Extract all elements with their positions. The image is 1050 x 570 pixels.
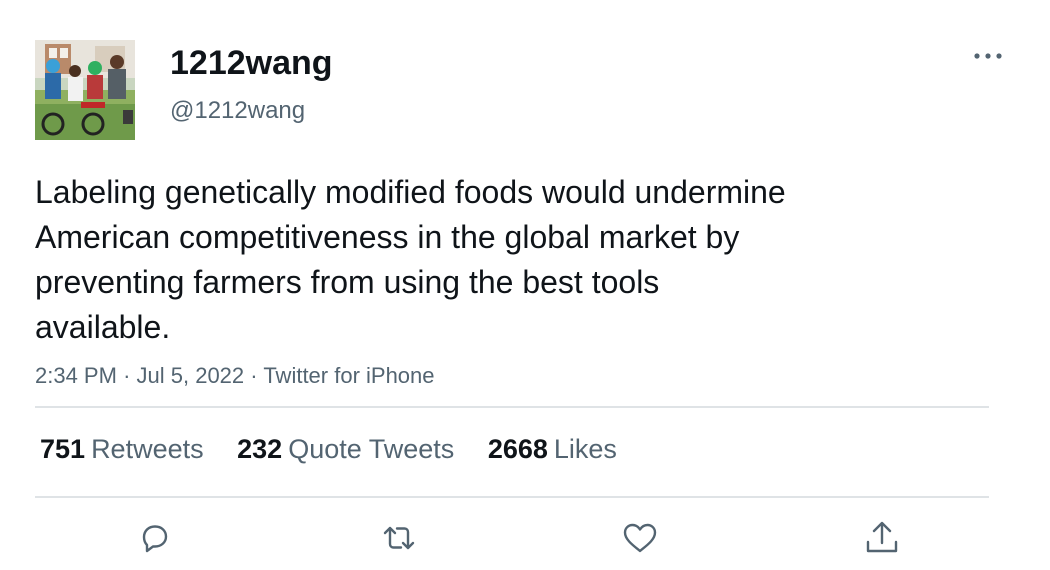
reply-icon	[142, 525, 168, 553]
divider	[35, 496, 989, 498]
family-photo-avatar-icon	[35, 40, 135, 140]
avatar[interactable]	[35, 40, 135, 140]
share-button[interactable]	[862, 518, 902, 558]
more-horizontal-icon	[974, 53, 1002, 59]
tweet-text-line: Labeling genetically modified foods woul…	[35, 174, 786, 210]
likes-label: Likes	[553, 434, 617, 464]
engagement-stats: 751 Retweets 232 Quote Tweets 2668 Likes	[40, 430, 643, 468]
tweet-text-line: preventing farmers from using the best t…	[35, 264, 660, 300]
tweet-text: Labeling genetically modified foods woul…	[35, 170, 895, 350]
like-icon	[623, 523, 657, 553]
retweet-button[interactable]	[379, 518, 419, 558]
share-icon	[866, 521, 898, 553]
tweet-date: Jul 5, 2022	[136, 363, 245, 388]
meta-separator: ·	[250, 363, 258, 388]
retweets-count: 751	[40, 434, 86, 464]
tweet-metadata: 2:34 PM · Jul 5, 2022 · Twitter for iPho…	[35, 362, 435, 390]
meta-separator: ·	[123, 363, 131, 388]
like-button[interactable]	[620, 518, 660, 558]
retweets-label: Retweets	[91, 434, 204, 464]
tweet-timestamp-link[interactable]: 2:34 PM · Jul 5, 2022	[35, 363, 244, 388]
quote-tweets-label: Quote Tweets	[288, 434, 455, 464]
tweet-text-line: American competitiveness in the global m…	[35, 219, 740, 255]
likes-count: 2668	[487, 434, 548, 464]
tweet-text-line: available.	[35, 309, 171, 345]
tweet-source-link[interactable]: Twitter for iPhone	[263, 363, 434, 388]
tweet-time: 2:34 PM	[35, 363, 117, 388]
reply-button[interactable]	[135, 518, 175, 558]
display-name[interactable]: 1212wang	[170, 43, 333, 83]
more-options-button[interactable]	[968, 42, 1008, 70]
quote-tweets-count: 232	[237, 434, 283, 464]
retweet-icon	[383, 526, 415, 550]
retweets-stat[interactable]: 751 Retweets	[40, 430, 204, 468]
quote-tweets-stat[interactable]: 232 Quote Tweets	[237, 430, 454, 468]
likes-stat[interactable]: 2668 Likes	[488, 430, 617, 468]
user-handle[interactable]: @1212wang	[170, 96, 305, 126]
divider	[35, 406, 989, 408]
